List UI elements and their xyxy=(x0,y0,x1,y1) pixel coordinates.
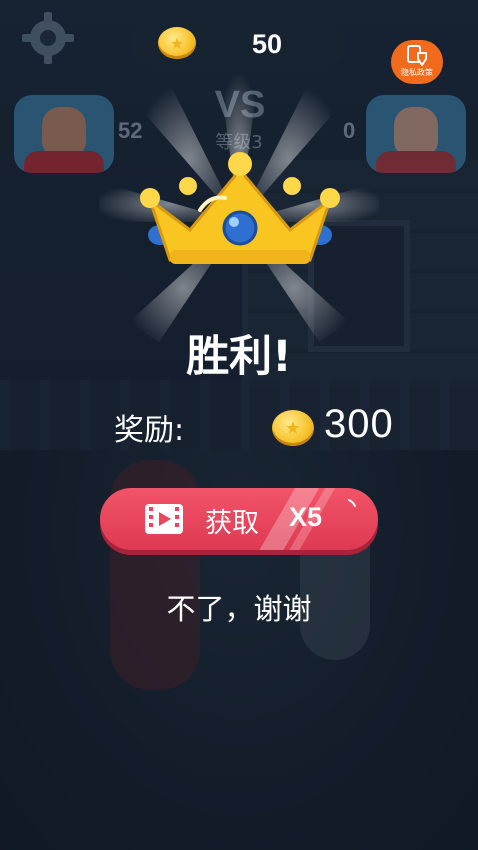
privacy-policy-button[interactable]: 隐私政策 xyxy=(391,40,443,84)
privacy-policy-label: 隐私政策 xyxy=(401,68,433,77)
claim-x5-button[interactable]: 获取 X5 xyxy=(100,488,378,550)
claim-multiplier: X5 xyxy=(289,502,323,532)
decline-button[interactable]: 不了，谢谢 xyxy=(0,586,478,628)
crown-icon xyxy=(140,152,340,264)
opponent-avatar xyxy=(366,95,466,173)
privacy-policy-icon xyxy=(407,45,427,66)
coin-balance: 50 xyxy=(251,29,283,59)
reward-amount: 300 xyxy=(324,402,394,446)
video-ad-icon xyxy=(145,504,183,534)
reward-label: 奖励: xyxy=(114,413,185,448)
sparkle-icon xyxy=(348,499,356,507)
reward-coin-icon: ★ xyxy=(272,410,314,446)
claim-button-label: 获取 xyxy=(205,508,259,539)
gear-icon[interactable] xyxy=(18,8,78,68)
coin-icon: ★ xyxy=(158,27,196,59)
victory-title: 胜利! xyxy=(186,332,292,382)
